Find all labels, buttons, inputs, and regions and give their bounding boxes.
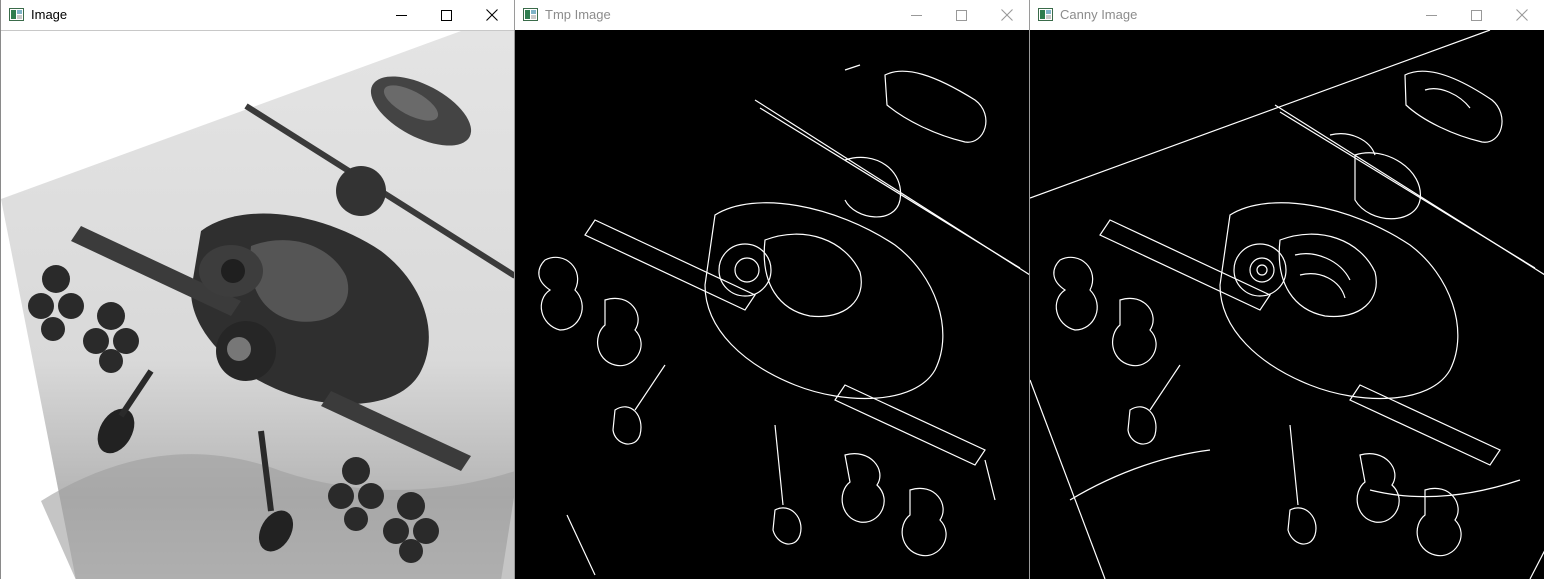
close-icon — [485, 9, 498, 21]
window-canny-image[interactable]: Canny Image — [1029, 0, 1544, 579]
edge-map — [538, 64, 1029, 576]
close-button[interactable] — [984, 0, 1029, 30]
close-icon — [1515, 9, 1528, 21]
minimize-button[interactable] — [1409, 0, 1454, 30]
title-bar[interactable]: Canny Image — [1030, 0, 1544, 30]
helicopter-photo — [1, 31, 514, 579]
maximize-icon — [956, 9, 967, 21]
minimize-icon — [1426, 14, 1437, 16]
title-bar[interactable]: Tmp Image — [515, 0, 1029, 30]
close-button[interactable] — [469, 0, 514, 30]
close-button[interactable] — [1499, 0, 1544, 30]
maximize-button[interactable] — [939, 0, 984, 30]
window-image[interactable]: Image — [0, 0, 514, 579]
maximize-button[interactable] — [424, 0, 469, 30]
app-icon — [523, 8, 538, 21]
app-icon — [1038, 8, 1053, 21]
maximize-icon — [441, 9, 452, 21]
window-tmp-image[interactable]: Tmp Image — [514, 0, 1029, 579]
minimize-button[interactable] — [894, 0, 939, 30]
app-icon — [9, 8, 24, 21]
tmp-image-canvas — [515, 30, 1029, 579]
minimize-button[interactable] — [379, 0, 424, 30]
minimize-icon — [911, 14, 922, 16]
maximize-icon — [1471, 9, 1482, 21]
window-title: Canny Image — [1060, 7, 1138, 22]
canny-edge-map — [1030, 30, 1544, 579]
image-canvas — [1, 30, 514, 579]
minimize-icon — [396, 14, 407, 16]
maximize-button[interactable] — [1454, 0, 1499, 30]
window-title: Tmp Image — [545, 7, 611, 22]
title-bar[interactable]: Image — [1, 0, 514, 30]
window-title: Image — [31, 7, 68, 22]
close-icon — [1000, 9, 1013, 21]
canny-image-canvas — [1030, 30, 1544, 579]
